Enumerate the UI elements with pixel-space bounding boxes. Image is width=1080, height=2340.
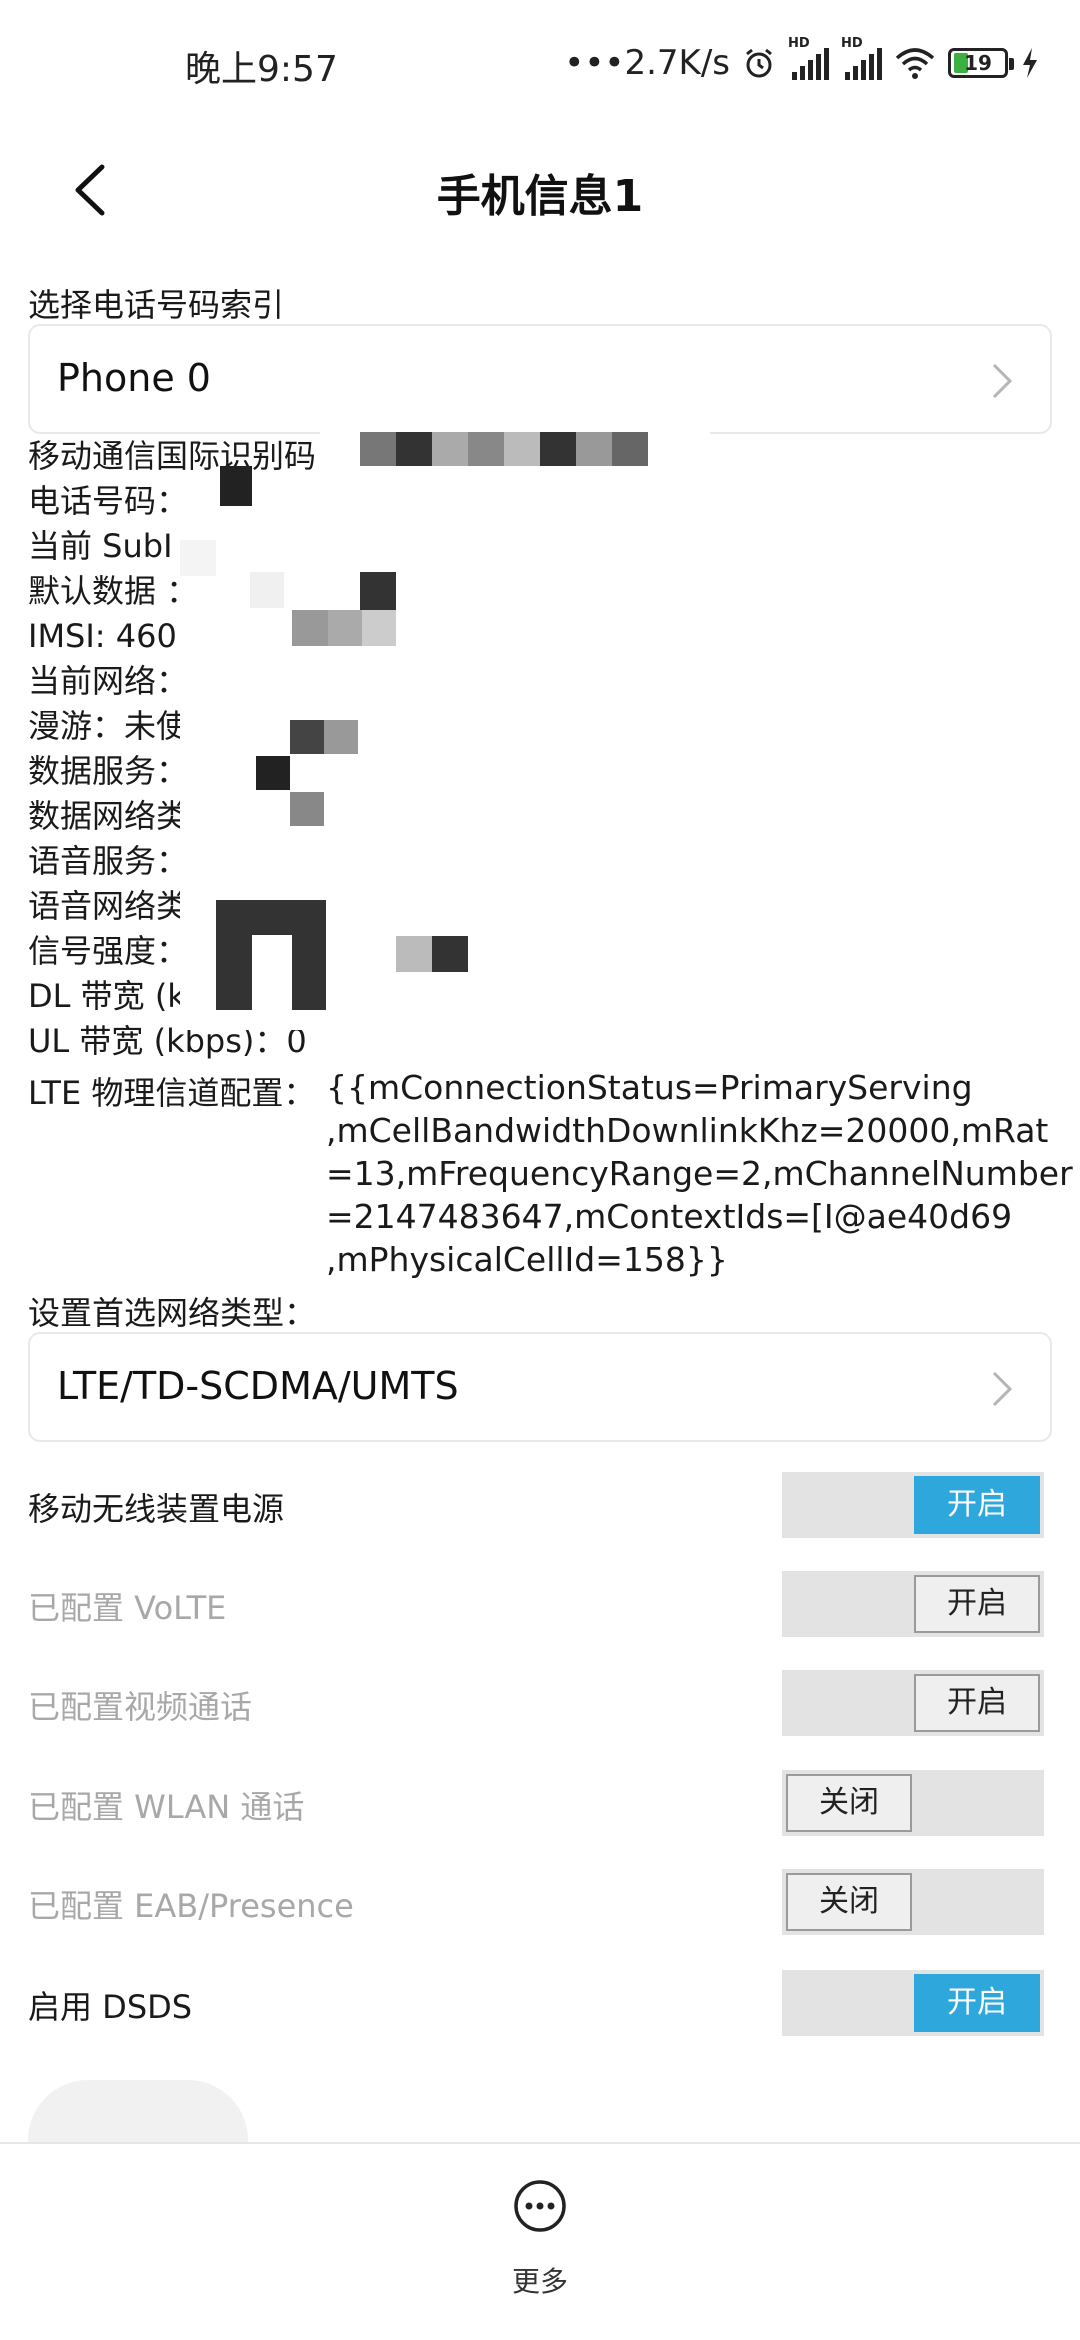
eab-presence-toggle[interactable]: 关闭 xyxy=(782,1869,1044,1935)
lte-config-line: =2147483647,mContextIds=[I@ae40d69 xyxy=(326,1197,1013,1236)
setting-label: 已配置 WLAN 通话 xyxy=(28,1788,305,1826)
setting-dsds: 启用 DSDS 开启 xyxy=(0,1970,1080,2040)
more-circle-icon xyxy=(514,2180,566,2232)
network-type-value: LTE/TD-SCDMA/UMTS xyxy=(57,1364,459,1408)
lte-config-line: ,mCellBandwidthDownlinkKhz=20000,mRat xyxy=(326,1111,1049,1150)
dsds-toggle[interactable]: 开启 xyxy=(782,1970,1044,2036)
radio-power-toggle[interactable]: 开启 xyxy=(782,1472,1044,1538)
toggle-state: 开启 xyxy=(914,1476,1040,1534)
lte-config-label: LTE 物理信道配置： xyxy=(28,1074,316,1112)
wlan-calling-toggle[interactable]: 关闭 xyxy=(782,1770,1044,1836)
charging-icon xyxy=(1023,48,1037,78)
signal-icon: HD xyxy=(788,36,829,80)
chevron-right-icon xyxy=(992,363,1013,399)
page-title: 手机信息1 xyxy=(436,171,644,222)
bottom-bar: 更多 xyxy=(0,2142,1080,2340)
lte-config-line: =13,mFrequencyRange=2,mChannelNumber xyxy=(326,1154,1073,1193)
setting-video-calling: 已配置视频通话 开启 xyxy=(0,1670,1080,1740)
more-label: 更多 xyxy=(511,2265,568,2298)
phone-index-value: Phone 0 xyxy=(57,356,211,400)
lte-config-value: {{mConnectionStatus=PrimaryServing ,mCel… xyxy=(326,1066,1073,1281)
phone-index-select[interactable]: Phone 0 xyxy=(28,324,1052,434)
battery-level: 19 xyxy=(964,51,992,75)
toggle-state: 关闭 xyxy=(786,1873,912,1931)
status-time: 晚上9:57 xyxy=(185,49,338,90)
phone-index-label: 选择电话号码索引 xyxy=(28,286,285,324)
alarm-icon xyxy=(746,48,772,78)
toggle-state: 关闭 xyxy=(786,1774,912,1832)
toggle-state: 开启 xyxy=(914,1974,1040,2032)
wifi-icon xyxy=(895,48,935,79)
more-button[interactable]: 更多 xyxy=(490,2178,590,2308)
toggle-state: 开启 xyxy=(914,1575,1040,1633)
setting-radio-power: 移动无线装置电源 开启 xyxy=(0,1472,1080,1542)
network-type-select[interactable]: LTE/TD-SCDMA/UMTS xyxy=(28,1332,1052,1442)
network-speed: •••2.7K/s xyxy=(564,43,730,83)
title-bar: 手机信息1 xyxy=(0,130,1080,250)
status-bar: 晚上9:57 •••2.7K/s HD HD 19 xyxy=(0,0,1080,130)
setting-wlan-calling: 已配置 WLAN 通话 关闭 xyxy=(0,1770,1080,1840)
setting-eab-presence: 已配置 EAB/Presence 关闭 xyxy=(0,1869,1080,1939)
setting-label: 已配置 EAB/Presence xyxy=(28,1887,354,1925)
setting-volte: 已配置 VoLTE 开启 xyxy=(0,1571,1080,1641)
setting-label: 已配置视频通话 xyxy=(28,1688,253,1726)
battery-icon: 19 xyxy=(948,48,1014,78)
setting-label: 启用 DSDS xyxy=(28,1988,193,2026)
setting-label: 已配置 VoLTE xyxy=(28,1589,227,1627)
chevron-right-icon xyxy=(992,1371,1013,1407)
lte-config-line: ,mPhysicalCellId=158}} xyxy=(326,1240,728,1279)
lte-config-line: {{mConnectionStatus=PrimaryServing xyxy=(326,1068,973,1107)
toggle-state: 开启 xyxy=(914,1674,1040,1732)
status-icons: •••2.7K/s HD HD 19 xyxy=(564,36,1040,88)
network-type-label: 设置首选网络类型： xyxy=(28,1294,317,1332)
setting-label: 移动无线装置电源 xyxy=(28,1490,285,1528)
video-calling-toggle[interactable]: 开启 xyxy=(782,1670,1044,1736)
signal-icon: HD xyxy=(841,36,882,80)
volte-toggle[interactable]: 开启 xyxy=(782,1571,1044,1637)
